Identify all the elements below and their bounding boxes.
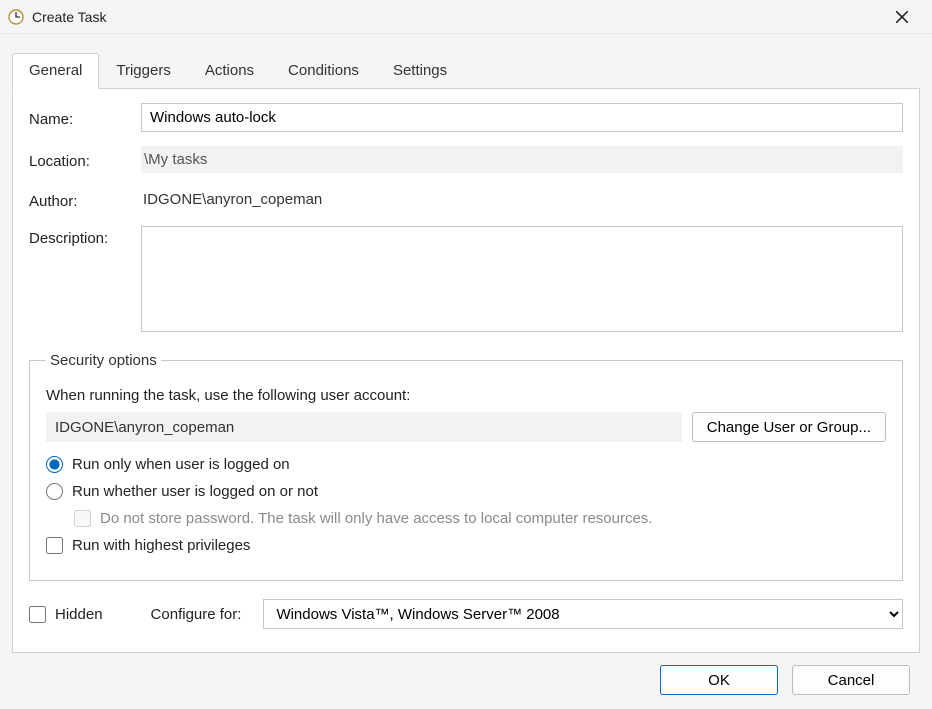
author-label: Author:: [29, 189, 141, 210]
radio-run-logged-on-label: Run only when user is logged on: [72, 456, 290, 473]
create-task-dialog: Create Task General Triggers Actions Con…: [0, 0, 932, 709]
radio-run-logged-on[interactable]: Run only when user is logged on: [46, 456, 886, 473]
security-options-group: Security options When running the task, …: [29, 352, 903, 581]
checkbox-highest-privileges-input[interactable]: [46, 537, 63, 554]
tab-settings[interactable]: Settings: [376, 53, 464, 89]
checkbox-hidden[interactable]: Hidden: [29, 606, 103, 623]
checkbox-hidden-input[interactable]: [29, 606, 46, 623]
location-value: \My tasks: [141, 146, 903, 173]
radio-run-whether-label: Run whether user is logged on or not: [72, 483, 318, 500]
description-label: Description:: [29, 226, 141, 247]
tabstrip: General Triggers Actions Conditions Sett…: [12, 52, 920, 89]
checkbox-no-store-password: Do not store password. The task will onl…: [74, 510, 886, 527]
app-icon: [8, 9, 24, 25]
cancel-button[interactable]: Cancel: [792, 665, 910, 695]
titlebar: Create Task: [0, 0, 932, 34]
ok-button[interactable]: OK: [660, 665, 778, 695]
checkbox-hidden-label: Hidden: [55, 606, 103, 623]
tab-conditions[interactable]: Conditions: [271, 53, 376, 89]
name-label: Name:: [29, 107, 141, 128]
close-button[interactable]: [880, 2, 924, 32]
configure-for-select[interactable]: Windows Vista™, Windows Server™ 2008: [263, 599, 903, 629]
window-title: Create Task: [32, 9, 106, 25]
general-panel: Name: Location: \My tasks Author: IDGONE…: [12, 89, 920, 653]
radio-run-logged-on-input[interactable]: [46, 456, 63, 473]
name-input[interactable]: [141, 103, 903, 132]
checkbox-highest-privileges-label: Run with highest privileges: [72, 537, 250, 554]
checkbox-highest-privileges[interactable]: Run with highest privileges: [46, 537, 886, 554]
radio-run-whether[interactable]: Run whether user is logged on or not: [46, 483, 886, 500]
checkbox-no-store-password-label: Do not store password. The task will onl…: [100, 510, 652, 527]
location-label: Location:: [29, 149, 141, 170]
configure-for-label: Configure for:: [151, 606, 242, 623]
description-input[interactable]: [141, 226, 903, 332]
user-account-value: IDGONE\anyron_copeman: [46, 412, 682, 442]
tab-general[interactable]: General: [12, 53, 99, 89]
dialog-button-bar: OK Cancel: [0, 653, 932, 709]
change-user-button[interactable]: Change User or Group...: [692, 412, 886, 442]
checkbox-no-store-password-input: [74, 510, 91, 527]
tab-actions[interactable]: Actions: [188, 53, 271, 89]
security-legend: Security options: [46, 352, 161, 369]
when-running-text: When running the task, use the following…: [46, 387, 886, 404]
radio-run-whether-input[interactable]: [46, 483, 63, 500]
tab-triggers[interactable]: Triggers: [99, 53, 187, 89]
author-value: IDGONE\anyron_copeman: [141, 187, 903, 212]
